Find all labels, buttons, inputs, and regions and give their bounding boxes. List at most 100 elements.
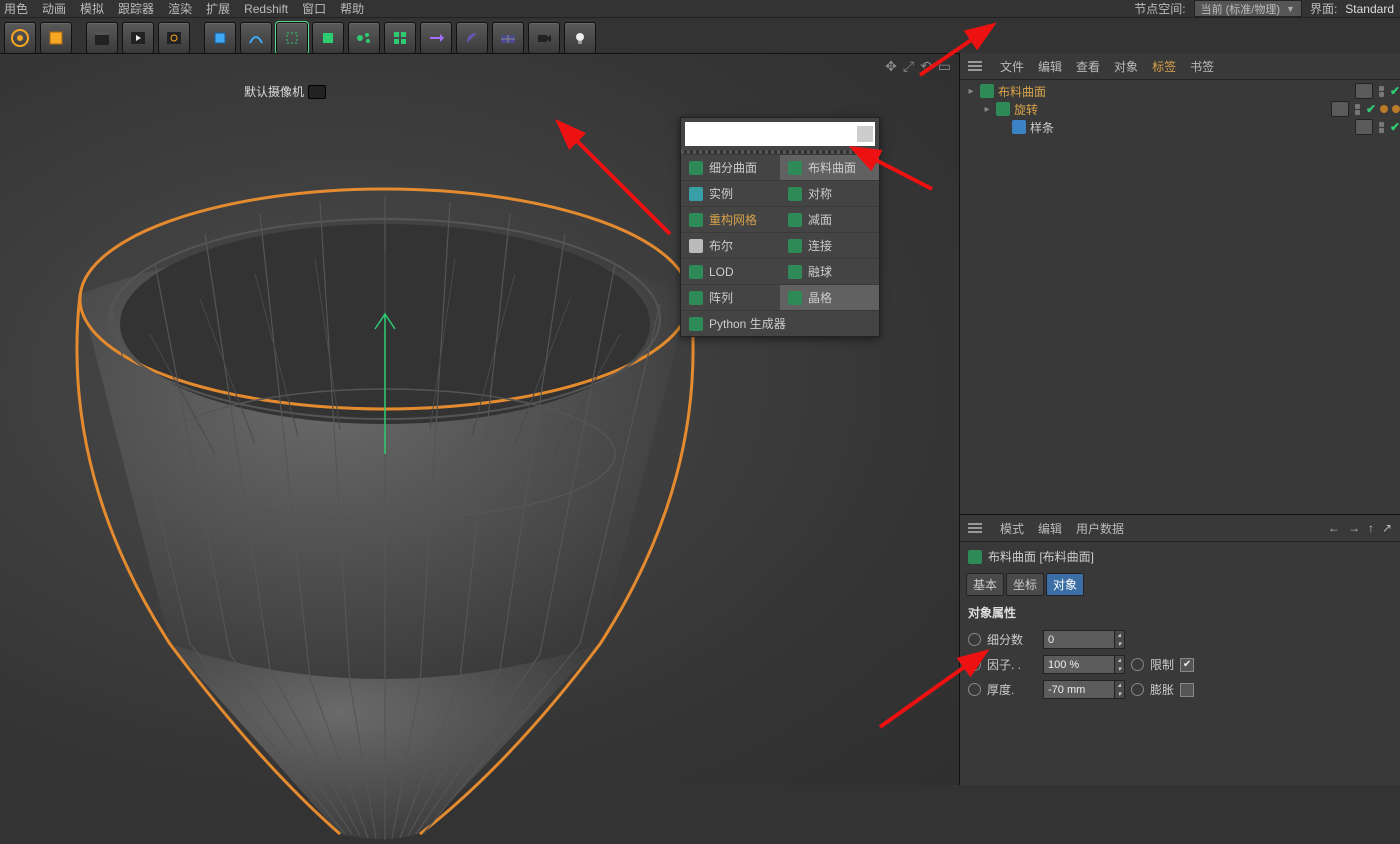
- om-menu-item[interactable]: 编辑: [1038, 58, 1062, 75]
- attr-object-line: 布料曲面 [布料曲面]: [960, 542, 1400, 571]
- om-menu-item[interactable]: 查看: [1076, 58, 1100, 75]
- expand-icon[interactable]: ▸: [966, 86, 976, 97]
- zoom-icon[interactable]: ⤢: [903, 58, 914, 75]
- tool-field[interactable]: [348, 22, 380, 54]
- spin-up-icon[interactable]: ▴: [1114, 656, 1124, 665]
- popup-item[interactable]: 重构网格: [681, 206, 780, 232]
- popup-item[interactable]: 减面: [780, 206, 879, 232]
- tool-camera[interactable]: [528, 22, 560, 54]
- menu-item[interactable]: 动画: [42, 0, 66, 17]
- tool-primitive[interactable]: [204, 22, 236, 54]
- gen-icon: [689, 291, 703, 305]
- popup-item[interactable]: 融球: [780, 258, 879, 284]
- spin-down-icon[interactable]: ▾: [1114, 690, 1124, 699]
- tool-cube[interactable]: [40, 22, 72, 54]
- popup-search[interactable]: [685, 122, 875, 146]
- menu-item[interactable]: 用色: [4, 0, 28, 17]
- enable-check-icon[interactable]: ✔: [1390, 84, 1400, 98]
- enable-check-icon[interactable]: ✔: [1390, 120, 1400, 134]
- popup-item[interactable]: 阵列: [681, 284, 780, 310]
- popup-item[interactable]: LOD: [681, 258, 780, 284]
- tool-play[interactable]: [122, 22, 154, 54]
- tool-floor[interactable]: [492, 22, 524, 54]
- attr-input[interactable]: -70 mm▴▾: [1043, 680, 1125, 699]
- tool-bend[interactable]: [456, 22, 488, 54]
- spin-up-icon[interactable]: ▴: [1114, 681, 1124, 690]
- spin-up-icon[interactable]: ▴: [1114, 631, 1124, 640]
- popup-item-python[interactable]: Python 生成器: [681, 310, 879, 336]
- layout-value[interactable]: Standard: [1345, 2, 1394, 16]
- attr-input[interactable]: 100 %▴▾: [1043, 655, 1125, 674]
- move-icon[interactable]: ✥: [885, 58, 897, 75]
- popup-item[interactable]: 细分曲面: [681, 154, 780, 180]
- popup-item[interactable]: 布尔: [681, 232, 780, 258]
- popup-item[interactable]: 实例: [681, 180, 780, 206]
- visibility-dots[interactable]: [1379, 122, 1384, 133]
- menu-item[interactable]: 帮助: [340, 0, 364, 17]
- menu-item[interactable]: 窗口: [302, 0, 326, 17]
- tree-row[interactable]: ▸布料曲面✔: [960, 82, 1400, 100]
- object-tree[interactable]: ▸布料曲面✔▸旋转✔样条✔: [960, 80, 1400, 514]
- menu-item[interactable]: 跟踪器: [118, 0, 154, 17]
- tool-logo[interactable]: [4, 22, 36, 54]
- tab-coord[interactable]: 坐标: [1006, 573, 1044, 596]
- viewport-camera-label: 默认摄像机: [244, 83, 326, 100]
- tree-row[interactable]: 样条✔: [960, 118, 1400, 136]
- menu-item[interactable]: Redshift: [244, 2, 288, 16]
- popup-item-label: 重构网格: [709, 211, 757, 228]
- visibility-dots[interactable]: [1355, 104, 1360, 115]
- tool-render-settings[interactable]: [158, 22, 190, 54]
- nav-back-icon[interactable]: ←: [1328, 521, 1340, 535]
- popup-item[interactable]: 对称: [780, 180, 879, 206]
- om-menu-item[interactable]: 书签: [1190, 58, 1214, 75]
- visibility-dots[interactable]: [1379, 86, 1384, 97]
- nav-fwd-icon[interactable]: →: [1348, 521, 1360, 535]
- radio-icon[interactable]: [968, 633, 981, 646]
- tool-axis-arrow[interactable]: [420, 22, 452, 54]
- radio-icon[interactable]: [968, 683, 981, 696]
- tree-row[interactable]: ▸旋转✔: [960, 100, 1400, 118]
- attr-menu-item[interactable]: 模式: [1000, 520, 1024, 537]
- layer-slot[interactable]: [1355, 83, 1373, 99]
- checkbox[interactable]: ✔: [1180, 658, 1194, 672]
- enable-check-icon[interactable]: ✔: [1366, 102, 1376, 116]
- checkbox[interactable]: [1180, 683, 1194, 697]
- tab-object[interactable]: 对象: [1046, 573, 1084, 596]
- layer-slot[interactable]: [1355, 119, 1373, 135]
- radio-icon[interactable]: [968, 658, 981, 671]
- spin-down-icon[interactable]: ▾: [1114, 640, 1124, 649]
- spin-down-icon[interactable]: ▾: [1114, 665, 1124, 674]
- attr-menu-item[interactable]: 编辑: [1038, 520, 1062, 537]
- popup-item[interactable]: 晶格: [780, 284, 879, 310]
- popup-item[interactable]: 连接: [780, 232, 879, 258]
- menu-item[interactable]: 模拟: [80, 0, 104, 17]
- radio-icon[interactable]: [1131, 658, 1144, 671]
- layer-slot[interactable]: [1331, 101, 1349, 117]
- attr-input[interactable]: 0▴▾: [1043, 630, 1125, 649]
- tool-light[interactable]: [564, 22, 596, 54]
- rotate-icon[interactable]: ⟲: [920, 58, 932, 75]
- menu-item[interactable]: 渲染: [168, 0, 192, 17]
- tool-spline[interactable]: [240, 22, 272, 54]
- tool-generator[interactable]: [276, 22, 308, 54]
- tool-clapper[interactable]: [86, 22, 118, 54]
- nav-up-icon[interactable]: ↑: [1368, 521, 1374, 535]
- node-space-combo[interactable]: 当前 (标准/物理) ▼: [1194, 0, 1302, 17]
- nav-ext-icon[interactable]: ↗: [1382, 521, 1392, 535]
- menu-item[interactable]: 扩展: [206, 0, 230, 17]
- maximize-icon[interactable]: ▭: [938, 58, 951, 75]
- tool-deformer[interactable]: [312, 22, 344, 54]
- radio-icon[interactable]: [1131, 683, 1144, 696]
- tab-basic[interactable]: 基本: [966, 573, 1004, 596]
- close-icon[interactable]: [857, 126, 873, 142]
- expand-icon[interactable]: ▸: [982, 104, 992, 115]
- hamburger-icon[interactable]: [968, 61, 982, 71]
- attr-menu-item[interactable]: 用户数据: [1076, 520, 1124, 537]
- popup-item[interactable]: 布料曲面: [780, 154, 879, 180]
- tool-cloner[interactable]: [384, 22, 416, 54]
- hamburger-icon[interactable]: [968, 523, 982, 533]
- om-menu-item[interactable]: 文件: [1000, 58, 1024, 75]
- om-menu-item[interactable]: 标签: [1152, 58, 1176, 75]
- om-menu-item[interactable]: 对象: [1114, 58, 1138, 75]
- viewport[interactable]: 默认摄像机 ✥ ⤢ ⟲ ▭ 细分曲面布料曲面实例对称重构网格 减面布尔连接LOD融…: [0, 53, 959, 785]
